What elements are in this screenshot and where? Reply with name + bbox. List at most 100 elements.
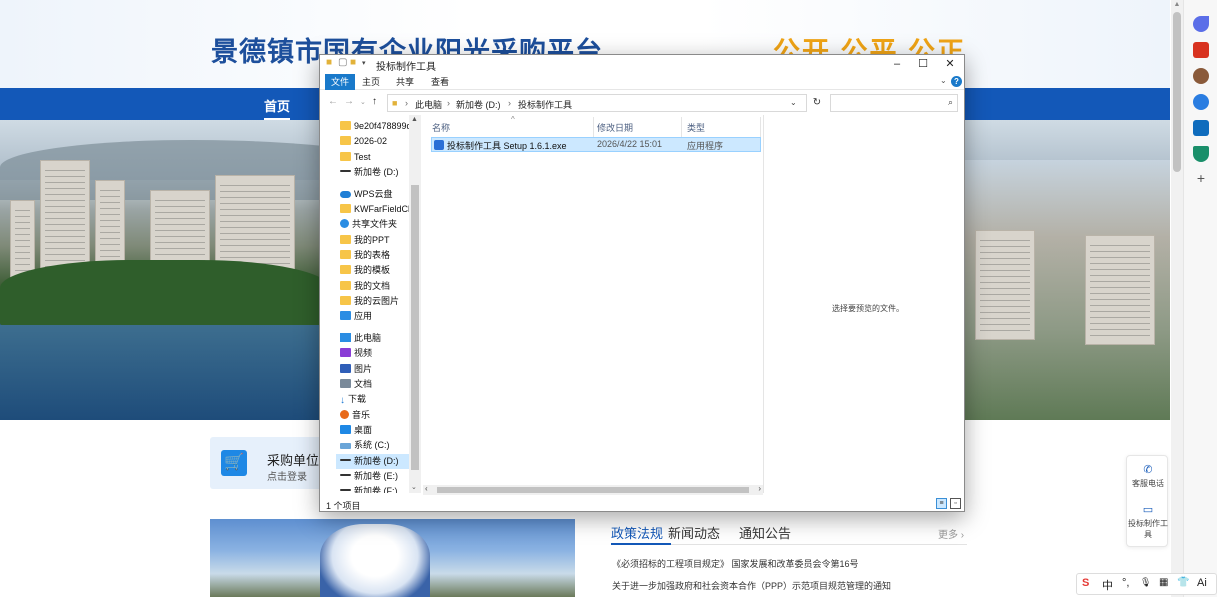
column-separator[interactable] (593, 117, 594, 137)
tab-policy[interactable]: 政策法规 (611, 523, 663, 542)
chevron-right-icon: › (405, 98, 408, 108)
people-icon[interactable] (1193, 68, 1209, 84)
monitor-icon: ▭ (1142, 504, 1154, 516)
ai-icon[interactable]: Ai (1197, 577, 1207, 589)
nav-item-label: 我的模板 (354, 265, 391, 276)
refresh-icon[interactable]: ↻ (808, 94, 826, 112)
column-separator[interactable] (681, 117, 682, 137)
column-header-type[interactable]: 类型 (687, 121, 705, 134)
bid-tool-button[interactable]: ▭ 投标制作工具 (1127, 504, 1169, 540)
forward-arrow-icon[interactable]: → (344, 96, 354, 107)
scroll-right-icon[interactable]: › (758, 484, 761, 493)
close-button[interactable]: ✕ (937, 55, 963, 74)
column-header-name[interactable]: 名称 (432, 121, 450, 134)
cloud-icon (340, 190, 351, 198)
scroll-up-arrow[interactable]: ▲ (1171, 0, 1183, 10)
nav-item-label: 新加卷 (F:) (354, 486, 398, 493)
mic-icon[interactable]: 🎙 (1140, 577, 1151, 588)
search-icon: ⌕ (947, 97, 953, 107)
details-view-icon[interactable]: ≡ (936, 498, 947, 509)
nav-scroll-up-icon[interactable]: ▲ (411, 116, 418, 123)
drive-icon (340, 170, 351, 173)
sysdrv-icon (340, 443, 351, 450)
nav-item[interactable]: 新加卷 (D:) (336, 453, 410, 469)
customer-phone-button[interactable]: ✆ 客服电话 (1127, 464, 1169, 489)
file-list: ^ 名称 修改日期 类型 投标制作工具 Setup 1.6.1.exe 2026… (423, 115, 763, 483)
search-input[interactable]: ⌕ (830, 94, 958, 112)
outlook-icon[interactable] (1193, 120, 1209, 136)
ime-toolbar: S 中 °, 🎙 ▦ 👕 Ai (1076, 573, 1217, 595)
tab-view[interactable]: 查看 (425, 74, 455, 90)
tab-file[interactable]: 文件 (325, 74, 356, 90)
tag-icon[interactable] (1193, 16, 1209, 32)
desk-icon (340, 424, 351, 434)
address-bar[interactable]: ■ › 此电脑 › 新加卷 (D:) › 投标制作工具 ⌄ (387, 94, 807, 112)
sogou-icon[interactable]: S (1082, 577, 1089, 589)
horizontal-scrollbar[interactable]: ‹ › (423, 484, 763, 495)
hero-building (1085, 235, 1155, 345)
cart-icon: 🛒 (221, 450, 247, 476)
file-modified: 2026/4/22 15:01 (597, 139, 663, 149)
nav-scroll-down-icon[interactable]: ⌄ (411, 483, 417, 491)
folder-icon (340, 295, 351, 305)
sort-caret-icon: ^ (511, 115, 515, 124)
back-arrow-icon[interactable]: ← (328, 96, 338, 107)
purchaser-login-card[interactable]: 🛒 采购单位 点击登录 (210, 437, 322, 489)
expand-ribbon-icon[interactable]: ⌄ (940, 76, 947, 85)
file-type: 应用程序 (687, 141, 724, 151)
news-item[interactable]: 《必须招标的工程项目规定》 国家发展和改革委员会令第16号 (612, 557, 859, 570)
customer-phone-label: 客服电话 (1132, 479, 1164, 488)
tab-news[interactable]: 新闻动态 (668, 523, 720, 542)
scroll-thumb[interactable] (1173, 12, 1181, 172)
ime-chinese-toggle[interactable]: 中 (1102, 577, 1113, 593)
column-separator[interactable] (760, 117, 761, 137)
skin-icon[interactable]: 👕 (1177, 577, 1189, 588)
breadcrumb-item[interactable]: 此电脑 (415, 98, 442, 111)
properties-icon[interactable]: ▢ (338, 57, 347, 68)
pic-icon (340, 363, 351, 373)
customize-toolbar-icon[interactable]: ▾ (362, 59, 366, 67)
drop-icon[interactable] (1193, 146, 1209, 162)
nav-item-label: 下载 (348, 394, 367, 405)
nav-scroll-thumb[interactable] (411, 185, 419, 470)
folder-icon (340, 203, 351, 213)
add-icon[interactable]: + (1193, 170, 1209, 186)
news-more-link[interactable]: 更多 › (938, 526, 964, 541)
minimize-button[interactable]: – (884, 55, 910, 74)
copilot-icon[interactable] (1193, 94, 1209, 110)
hero-trees (0, 260, 330, 330)
punctuation-icon[interactable]: °, (1122, 577, 1129, 589)
keyboard-icon[interactable]: ▦ (1159, 577, 1168, 588)
h-scroll-thumb[interactable] (437, 487, 749, 493)
recent-dropdown-icon[interactable]: ⌄ (360, 98, 366, 106)
nav-item-label: 音乐 (352, 409, 371, 420)
page-scrollbar[interactable]: ▲ (1171, 0, 1183, 597)
card-subtitle: 点击登录 (267, 472, 307, 483)
new-folder-icon[interactable]: ■ (350, 57, 356, 68)
file-row[interactable]: 投标制作工具 Setup 1.6.1.exe 2026/4/22 15:01 应… (431, 137, 761, 152)
nav-item-label: 此电脑 (354, 332, 382, 343)
folder-icon (340, 234, 351, 244)
scroll-left-icon[interactable]: ‹ (425, 484, 428, 493)
toolbox-icon[interactable] (1193, 42, 1209, 58)
news-item[interactable]: 关于进一步加强政府和社会资本合作（PPP）示范项目规范管理的通知 (612, 579, 891, 592)
nav-item-label: 新加卷 (E:) (354, 470, 398, 481)
tab-notices[interactable]: 通知公告 (739, 523, 791, 542)
help-icon[interactable]: ? (951, 76, 962, 87)
up-arrow-icon[interactable]: ↑ (372, 96, 377, 107)
window-title: 投标制作工具 (376, 62, 436, 73)
card-title: 采购单位 (267, 453, 320, 468)
nav-item-label: Test (354, 151, 371, 162)
breadcrumb-item[interactable]: 投标制作工具 (518, 98, 572, 111)
nav-home-link[interactable]: 首页 (264, 96, 291, 120)
navigation-pane: 9e20f478899dc 2026-02 Test 新加卷 (D:) WPS云盘 KWF… (320, 115, 423, 493)
tab-home[interactable]: 主页 (356, 74, 386, 90)
large-icons-view-icon[interactable]: ▫ (950, 498, 961, 509)
tab-share[interactable]: 共享 (390, 74, 420, 90)
column-header-modified[interactable]: 修改日期 (597, 121, 633, 134)
folder-icon (340, 151, 351, 161)
maximize-button[interactable]: ☐ (910, 55, 936, 74)
breadcrumb-item[interactable]: 新加卷 (D:) (456, 98, 501, 111)
address-dropdown-icon[interactable]: ⌄ (790, 98, 797, 107)
floating-service-box: ✆ 客服电话 ▭ 投标制作工具 (1126, 455, 1168, 547)
